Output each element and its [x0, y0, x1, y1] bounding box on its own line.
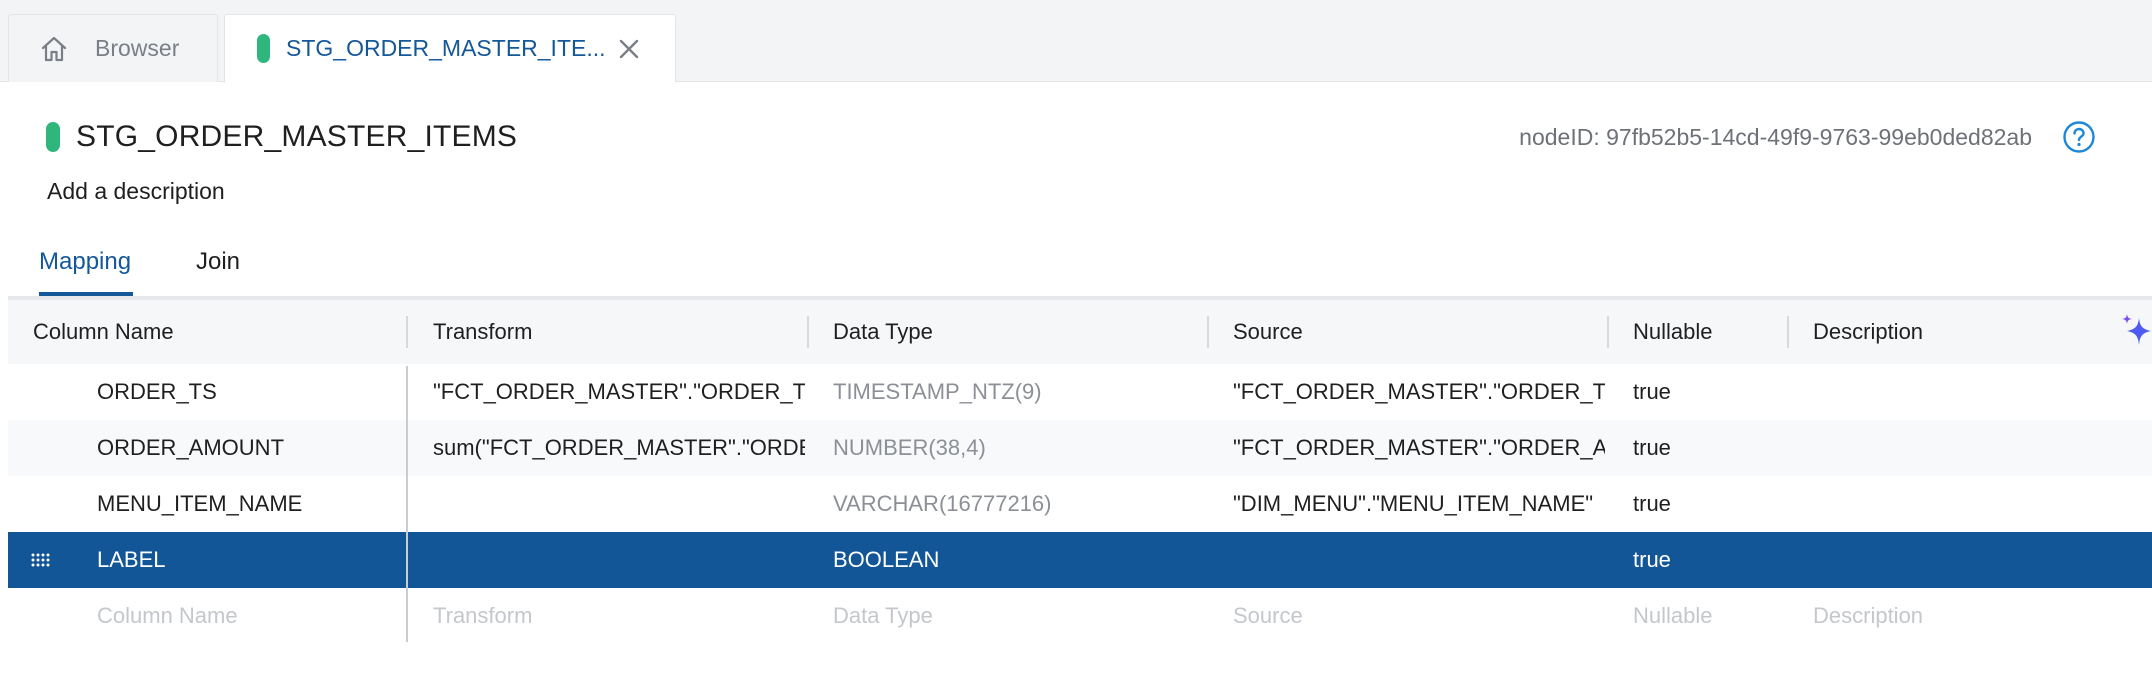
tab-browser-label: Browser: [95, 35, 180, 61]
close-icon[interactable]: [615, 35, 643, 63]
column-divider[interactable]: [406, 316, 408, 348]
cell-transform[interactable]: [433, 476, 805, 532]
cell-source[interactable]: "FCT_ORDER_MASTER"."ORDER_AMOU: [1233, 420, 1605, 476]
cell-transform[interactable]: [433, 532, 805, 588]
tab-browser[interactable]: Browser: [8, 14, 218, 82]
column-divider[interactable]: [1607, 316, 1609, 348]
cell-source[interactable]: "FCT_ORDER_MASTER"."ORDER_TS": [1233, 364, 1605, 420]
column-divider[interactable]: [1207, 316, 1209, 348]
cell-column-name[interactable]: ORDER_AMOUNT: [97, 420, 397, 476]
new-column-row[interactable]: Column Name Transform Data Type Source N…: [8, 588, 2152, 644]
new-column-name-input[interactable]: Column Name: [97, 588, 397, 644]
column-divider[interactable]: [1787, 316, 1789, 348]
grid-header-row: Column Name Transform Data Type Source N…: [8, 300, 2152, 364]
header-transform[interactable]: Transform: [433, 300, 532, 364]
tab-active-label: STG_ORDER_MASTER_ITE...: [286, 35, 606, 61]
mapping-grid: Column Name Transform Data Type Source N…: [8, 300, 2152, 644]
add-description-field[interactable]: Add a description: [47, 178, 225, 205]
cell-description[interactable]: [1813, 476, 2143, 532]
header-source[interactable]: Source: [1233, 300, 1303, 364]
pinned-column-divider: [406, 366, 408, 642]
cell-nullable[interactable]: true: [1633, 364, 1783, 420]
header-nullable[interactable]: Nullable: [1633, 300, 1713, 364]
tab-mapping[interactable]: Mapping: [39, 248, 131, 276]
sparkle-icon[interactable]: [2118, 312, 2152, 350]
cell-data-type[interactable]: NUMBER(38,4): [833, 420, 1203, 476]
cell-data-type[interactable]: TIMESTAMP_NTZ(9): [833, 364, 1203, 420]
cell-description[interactable]: [1813, 532, 2143, 588]
table-row[interactable]: ORDER_AMOUNT sum("FCT_ORDER_MASTER"."ORD…: [8, 420, 2152, 476]
column-divider[interactable]: [807, 316, 809, 348]
cell-description[interactable]: [1813, 420, 2143, 476]
table-row[interactable]: ORDER_TS "FCT_ORDER_MASTER"."ORDER_TS"::…: [8, 364, 2152, 420]
cell-nullable[interactable]: true: [1633, 532, 1783, 588]
header-data-type[interactable]: Data Type: [833, 300, 933, 364]
new-nullable-input[interactable]: Nullable: [1633, 588, 1783, 644]
cell-transform[interactable]: sum("FCT_ORDER_MASTER"."ORDER_A: [433, 420, 805, 476]
cell-nullable[interactable]: true: [1633, 420, 1783, 476]
cell-column-name[interactable]: ORDER_TS: [97, 364, 397, 420]
node-status-indicator: [46, 122, 60, 152]
table-row[interactable]: MENU_ITEM_NAME VARCHAR(16777216) "DIM_ME…: [8, 476, 2152, 532]
node-id: nodeID: 97fb52b5-14cd-49f9-9763-99eb0ded…: [1519, 124, 2032, 150]
cell-source[interactable]: [1233, 532, 1605, 588]
cell-data-type[interactable]: BOOLEAN: [833, 532, 1203, 588]
cell-column-name[interactable]: MENU_ITEM_NAME: [97, 476, 397, 532]
header-description[interactable]: Description: [1813, 300, 1923, 364]
cell-column-name[interactable]: LABEL: [97, 532, 397, 588]
home-icon: [41, 36, 67, 61]
drag-handle-icon[interactable]: [31, 552, 51, 568]
cell-description[interactable]: [1813, 364, 2143, 420]
node-title: STG_ORDER_MASTER_ITEMS: [76, 120, 518, 153]
cell-nullable[interactable]: true: [1633, 476, 1783, 532]
tab-bar: Browser STG_ORDER_MASTER_ITE...: [0, 0, 2152, 83]
new-description-input[interactable]: Description: [1813, 588, 2143, 644]
header-column-name[interactable]: Column Name: [33, 300, 174, 364]
cell-data-type[interactable]: VARCHAR(16777216): [833, 476, 1203, 532]
help-circle-icon[interactable]: [2062, 120, 2096, 154]
new-transform-input[interactable]: Transform: [433, 588, 805, 644]
tab-join[interactable]: Join: [196, 248, 240, 276]
cell-source[interactable]: "DIM_MENU"."MENU_ITEM_NAME": [1233, 476, 1605, 532]
new-source-input[interactable]: Source: [1233, 588, 1605, 644]
node-header: STG_ORDER_MASTER_ITEMS: [46, 120, 517, 154]
node-status-indicator: [257, 34, 270, 63]
cell-transform[interactable]: "FCT_ORDER_MASTER"."ORDER_TS"::d: [433, 364, 805, 420]
tab-stg-order-master-items[interactable]: STG_ORDER_MASTER_ITE...: [224, 14, 676, 83]
new-data-type-input[interactable]: Data Type: [833, 588, 1203, 644]
table-row-selected[interactable]: LABEL BOOLEAN true: [8, 532, 2152, 588]
